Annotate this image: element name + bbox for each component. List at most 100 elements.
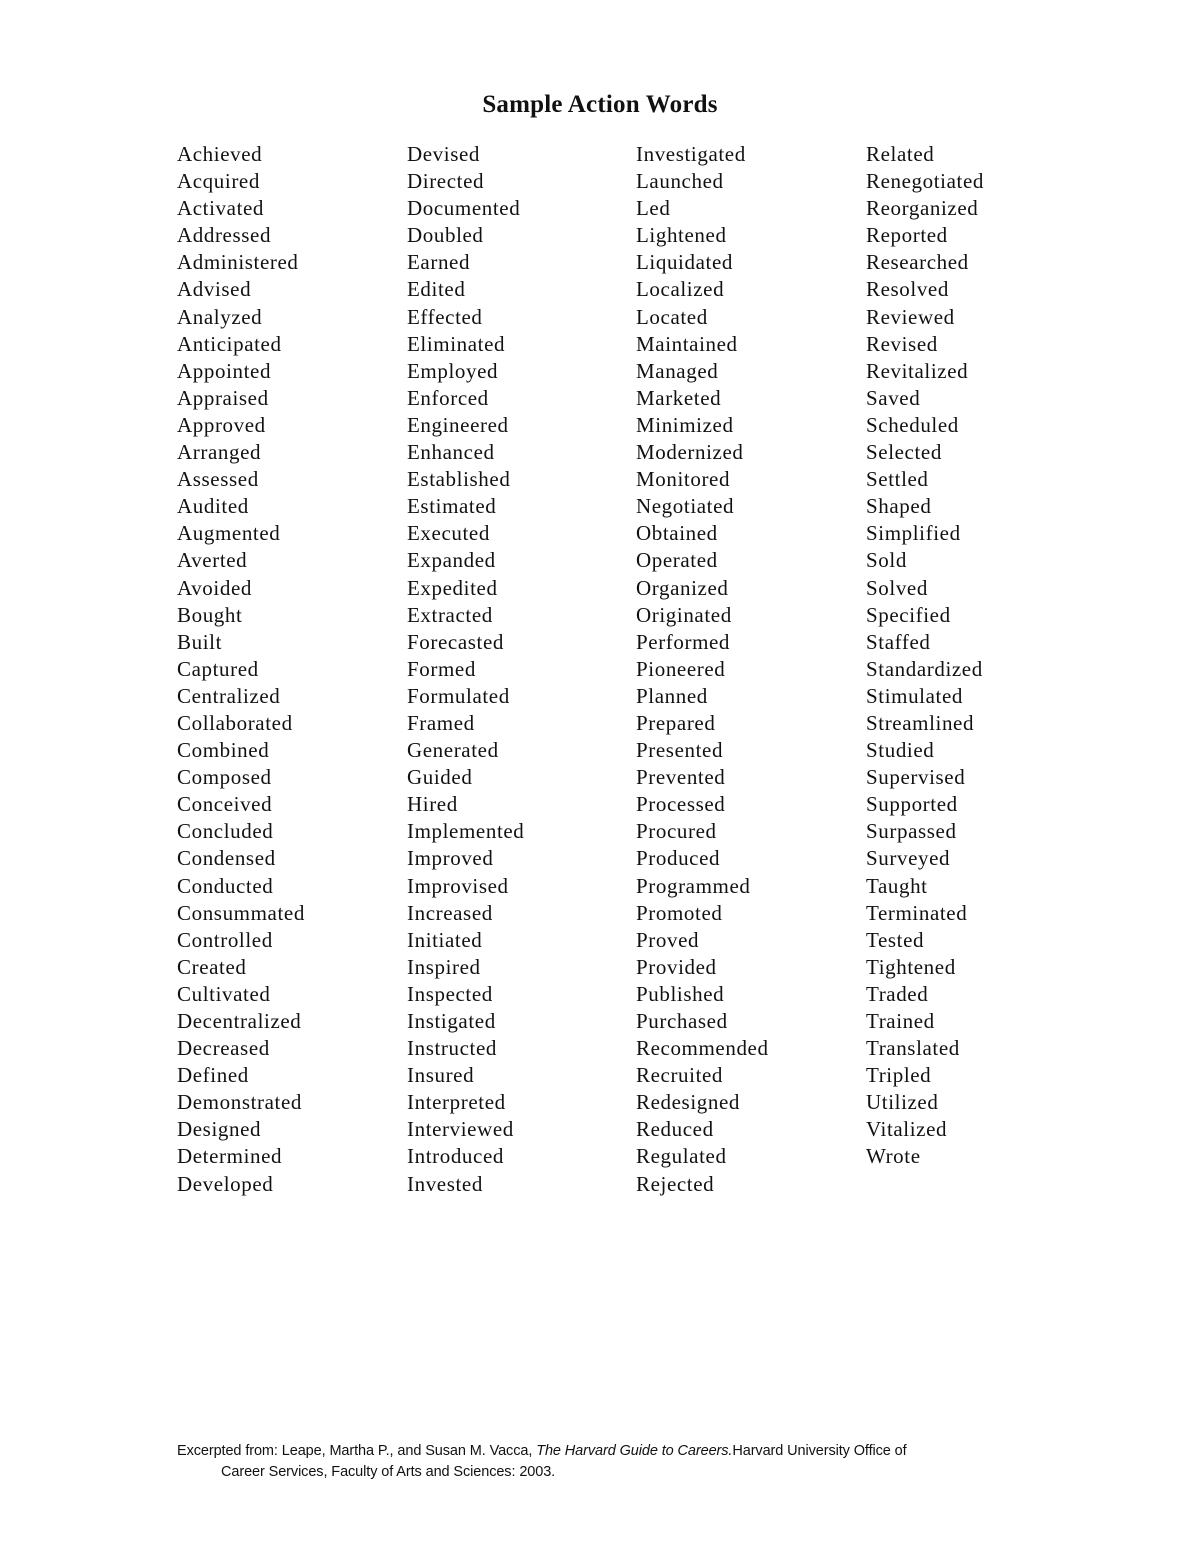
action-word: Enforced: [407, 385, 489, 410]
action-word: Formulated: [407, 683, 510, 708]
action-word: Tested: [866, 927, 925, 952]
action-word: Managed: [636, 358, 719, 383]
action-word: Saved: [866, 385, 921, 410]
word-column-2: Devised Directed Documented Doubled Earned Ed…: [407, 141, 524, 1198]
action-word: Recruited: [636, 1063, 724, 1088]
action-word: Acquired: [177, 169, 260, 194]
action-word: Initiated: [407, 927, 483, 952]
action-word: Framed: [407, 710, 475, 735]
action-word: Forecasted: [407, 629, 504, 654]
action-word: Procured: [636, 819, 717, 844]
action-word: Tripled: [866, 1063, 932, 1088]
action-word: Translated: [866, 1036, 960, 1061]
action-word: Reorganized: [866, 196, 979, 221]
action-word: Interpreted: [407, 1090, 506, 1115]
action-word: Improved: [407, 846, 494, 871]
action-word: Centralized: [177, 683, 281, 708]
action-word: Promoted: [636, 900, 723, 925]
word-column-4: Related Renegotiated Reorganized Reported Re…: [866, 141, 984, 1171]
action-word: Reported: [866, 223, 948, 248]
citation-line-1: Excerpted from: Leape, Martha P., and Su…: [177, 1441, 1037, 1462]
action-word: Settled: [866, 467, 929, 492]
action-word: Maintained: [636, 331, 738, 356]
action-word: Audited: [177, 494, 249, 519]
action-word: Documented: [407, 196, 521, 221]
action-word: Obtained: [636, 521, 718, 546]
action-word: Expedited: [407, 575, 498, 600]
action-word: Sold: [866, 548, 907, 573]
action-word: Engineered: [407, 412, 509, 437]
action-word: Instructed: [407, 1036, 497, 1061]
action-word: Enhanced: [407, 440, 495, 465]
action-word: Assessed: [177, 467, 259, 492]
action-word: Composed: [177, 765, 272, 790]
action-word: Concluded: [177, 819, 274, 844]
action-word: Utilized: [866, 1090, 939, 1115]
action-word: Formed: [407, 656, 476, 681]
action-word: Doubled: [407, 223, 484, 248]
action-word: Employed: [407, 358, 499, 383]
action-word: Inspected: [407, 981, 493, 1006]
action-word: Provided: [636, 954, 717, 979]
action-word: Rejected: [636, 1171, 715, 1196]
action-word: Condensed: [177, 846, 276, 871]
action-word: Activated: [177, 196, 265, 221]
action-word: Renegotiated: [866, 169, 984, 194]
action-word: Recommended: [636, 1036, 769, 1061]
action-word: Presented: [636, 738, 724, 763]
action-word: Originated: [636, 602, 732, 627]
action-word: Designed: [177, 1117, 262, 1142]
action-word: Insured: [407, 1063, 475, 1088]
action-word: Estimated: [407, 494, 497, 519]
action-word: Prevented: [636, 765, 726, 790]
action-word: Devised: [407, 142, 481, 166]
action-word: Demonstrated: [177, 1090, 302, 1115]
action-word: Simplified: [866, 521, 961, 546]
action-word: Staffed: [866, 629, 931, 654]
action-word: Supported: [866, 792, 958, 817]
action-word: Established: [407, 467, 511, 492]
action-word: Revitalized: [866, 358, 969, 383]
action-word: Conducted: [177, 873, 274, 898]
action-word: Hired: [407, 792, 458, 817]
action-word: Led: [636, 196, 671, 221]
action-word: Earned: [407, 250, 471, 275]
action-word: Researched: [866, 250, 969, 275]
action-word: Regulated: [636, 1144, 727, 1169]
action-word: Achieved: [177, 142, 263, 166]
action-word: Augmented: [177, 521, 281, 546]
action-word: Implemented: [407, 819, 525, 844]
action-words-columns: Achieved Acquired Activated Addressed Admini…: [177, 141, 1097, 1211]
action-word: Directed: [407, 169, 485, 194]
action-word: Surpassed: [866, 819, 957, 844]
action-word: Taught: [866, 873, 928, 898]
action-word: Stimulated: [866, 683, 963, 708]
action-word: Cultivated: [177, 981, 271, 1006]
action-word: Interviewed: [407, 1117, 514, 1142]
action-word: Inspired: [407, 954, 481, 979]
action-word: Prepared: [636, 710, 716, 735]
action-word: Performed: [636, 629, 731, 654]
action-word: Proved: [636, 927, 700, 952]
action-word: Modernized: [636, 440, 744, 465]
action-word: Guided: [407, 765, 473, 790]
action-word: Vitalized: [866, 1117, 948, 1142]
action-word: Approved: [177, 412, 266, 437]
action-word: Effected: [407, 304, 483, 329]
action-word: Arranged: [177, 440, 262, 465]
citation-book-title: The Harvard Guide to Careers.: [536, 1443, 733, 1459]
action-word: Created: [177, 954, 247, 979]
action-word: Appraised: [177, 385, 269, 410]
action-word: Monitored: [636, 467, 731, 492]
action-word: Selected: [866, 440, 942, 465]
action-word: Executed: [407, 521, 490, 546]
action-word: Terminated: [866, 900, 968, 925]
action-word: Solved: [866, 575, 928, 600]
action-word: Published: [636, 981, 725, 1006]
citation-line-2: Career Services, Faculty of Arts and Sci…: [221, 1464, 556, 1480]
action-word: Lightened: [636, 223, 727, 248]
action-word: Surveyed: [866, 846, 951, 871]
action-word: Processed: [636, 792, 726, 817]
action-word: Analyzed: [177, 304, 263, 329]
action-word: Conceived: [177, 792, 273, 817]
